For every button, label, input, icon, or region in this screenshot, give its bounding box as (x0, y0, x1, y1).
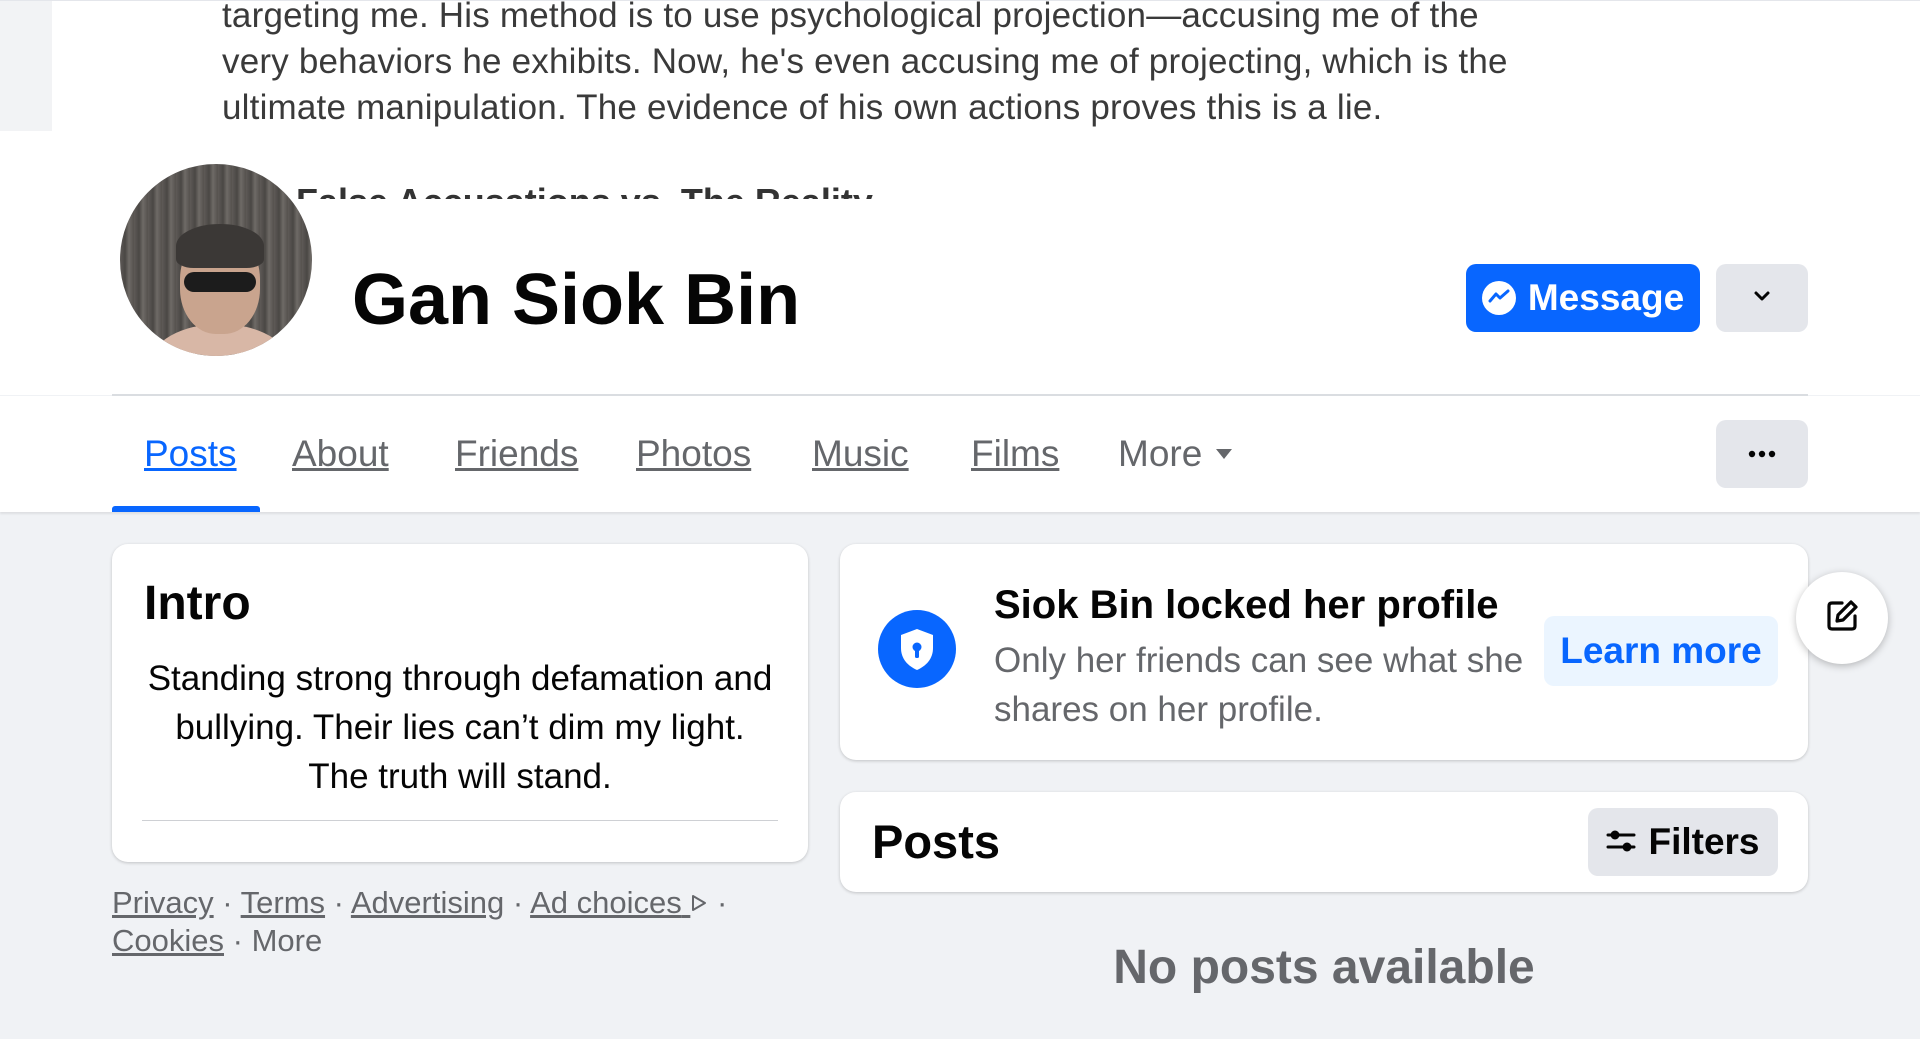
tab-more[interactable]: More (1118, 396, 1233, 512)
tab-friends[interactable]: Friends (455, 396, 578, 512)
tab-music[interactable]: Music (812, 396, 909, 512)
profile-avatar[interactable] (116, 160, 316, 360)
sliders-icon (1606, 821, 1636, 863)
footer-link-advertising[interactable]: Advertising (351, 885, 504, 920)
edit-floating-button[interactable] (1796, 572, 1888, 664)
cover-photo[interactable]: targeting me. His method is to use psych… (0, 0, 1920, 199)
message-button[interactable]: Message (1466, 264, 1700, 332)
profile-name: Gan Siok Bin (352, 260, 801, 340)
message-button-label: Message (1527, 277, 1685, 318)
active-tab-indicator (112, 506, 260, 512)
intro-title: Intro (144, 577, 251, 630)
caret-down-icon (1216, 449, 1233, 459)
ad-choices-label: Ad choices (530, 885, 682, 920)
profile-header: targeting me. His method is to use psych… (0, 0, 1920, 396)
locked-profile-card: Siok Bin locked her profile Only her fri… (840, 544, 1808, 760)
cover-photo-text: targeting me. His method is to use psych… (222, 0, 1722, 131)
footer-link-more[interactable]: More (252, 923, 323, 958)
locked-profile-title: Siok Bin locked her profile (994, 583, 1499, 627)
more-options-button[interactable] (1716, 420, 1808, 488)
filters-label: Filters (1648, 821, 1760, 862)
tab-about[interactable]: About (292, 396, 389, 512)
ellipsis-icon (1747, 445, 1777, 463)
edit-icon (1822, 596, 1862, 641)
cover-text-line: ultimate manipulation. The evidence of h… (222, 88, 1383, 127)
messenger-icon (1481, 281, 1516, 315)
tab-posts[interactable]: Posts (144, 396, 237, 512)
locked-profile-description: Only her friends can see what she shares… (994, 641, 1524, 729)
tab-films[interactable]: Films (971, 396, 1059, 512)
intro-card: Intro Standing strong through defamation… (112, 544, 808, 862)
tab-more-label: More (1118, 433, 1203, 474)
cover-heading: False Accusations vs. The Reality (296, 181, 873, 199)
posts-header-card: Posts Filters (840, 792, 1808, 892)
tab-photos[interactable]: Photos (636, 396, 751, 512)
footer-link-privacy[interactable]: Privacy (112, 885, 214, 920)
cover-text-line: targeting me. His method is to use psych… (222, 0, 1479, 35)
intro-divider (142, 820, 778, 821)
posts-title: Posts (872, 815, 1000, 868)
profile-options-dropdown-button[interactable] (1716, 264, 1808, 332)
intro-bio: Standing strong through defamation and b… (147, 659, 773, 796)
footer-link-cookies[interactable]: Cookies (112, 923, 224, 958)
shield-lock-icon (878, 610, 956, 688)
learn-more-button[interactable]: Learn more (1544, 616, 1778, 686)
ad-choices-icon (690, 885, 708, 920)
footer-links: Privacy · Terms · Advertising · Ad choic… (112, 885, 728, 958)
footer-link-terms[interactable]: Terms (241, 885, 325, 920)
no-posts-message: No posts available (1113, 941, 1535, 994)
footer-link-ad-choices[interactable]: Ad choices (530, 885, 708, 920)
chevron-down-icon (1752, 289, 1772, 308)
profile-tabs: Posts About Friends Photos Music Films M… (0, 396, 1920, 512)
filters-button[interactable]: Filters (1588, 808, 1778, 876)
cover-text-line: very behaviors he exhibits. Now, he's ev… (222, 42, 1508, 81)
